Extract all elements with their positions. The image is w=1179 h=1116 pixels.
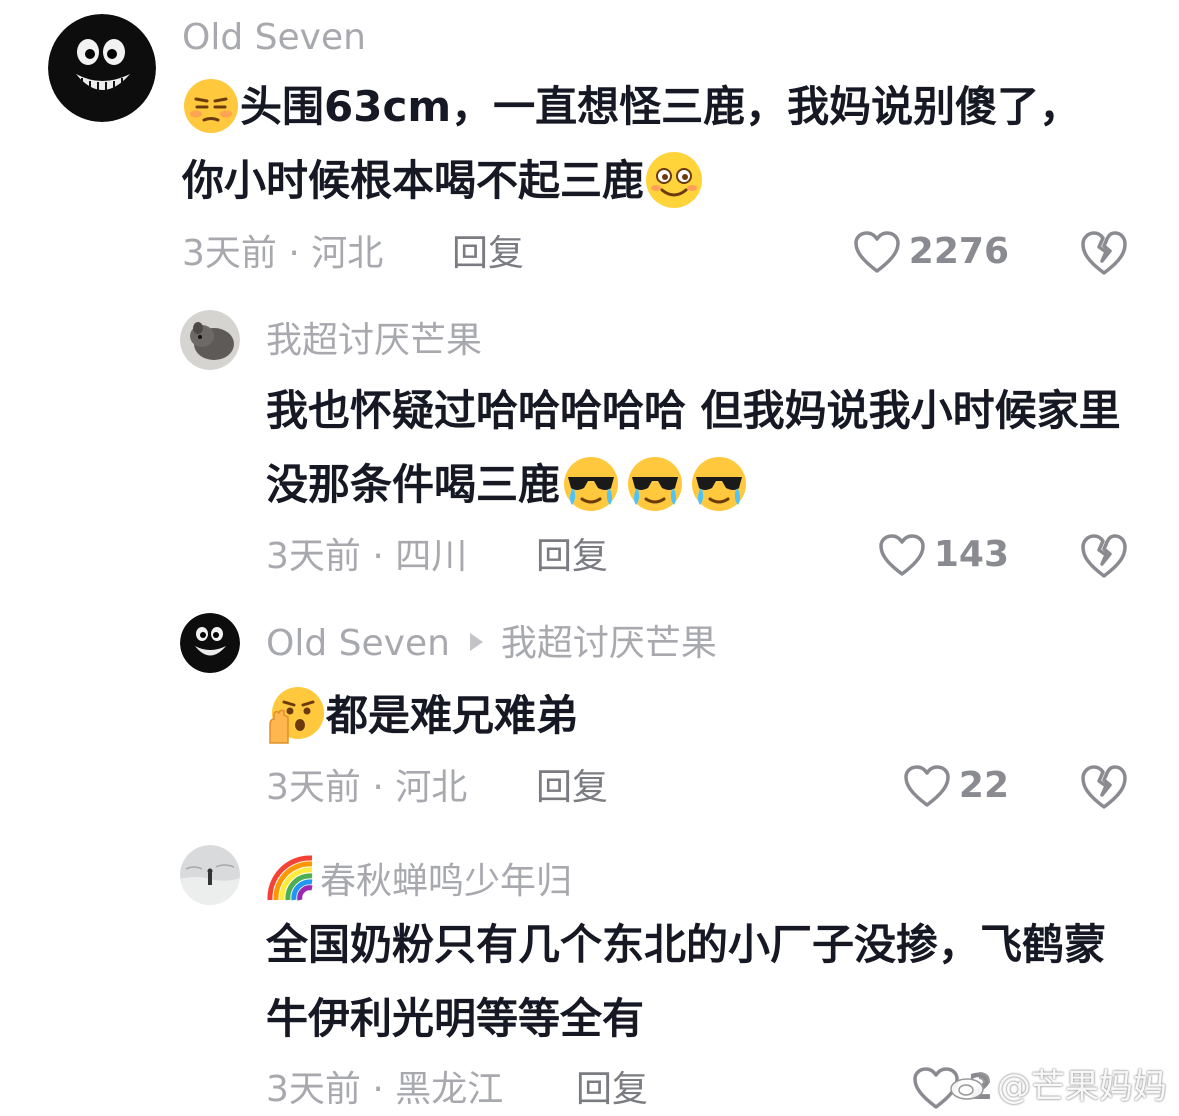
avatar-spring-autumn[interactable]: [180, 845, 240, 905]
like-button[interactable]: 22: [903, 764, 1009, 808]
reply-button[interactable]: 回复: [452, 236, 524, 272]
comment-text-body: 头围63cm，一直想怪三鹿，我妈说别傻了，你小时候根本喝不起三鹿: [182, 82, 1082, 205]
broken-heart-icon: [1081, 534, 1127, 578]
heart-icon: [879, 534, 925, 576]
sunglasses-crying-face-icon: [626, 455, 684, 513]
sunglasses-crying-face-icon: [690, 455, 748, 513]
reply-button[interactable]: 回复: [576, 1072, 648, 1108]
smile-face-icon: [644, 150, 704, 210]
watermark: @芒果妈妈: [949, 1059, 1167, 1108]
comment-username[interactable]: Old Seven: [182, 20, 366, 56]
comment-text: 我也怀疑过哈哈哈哈哈 但我妈说我小时候家里没那条件喝三鹿: [266, 374, 1146, 522]
comment-text: 头围63cm，一直想怪三鹿，我妈说别傻了，你小时候根本喝不起三鹿: [182, 70, 1082, 218]
broken-heart-icon: [1081, 231, 1127, 275]
dislike-button[interactable]: [1080, 533, 1128, 583]
comment-text: 都是难兄难弟: [266, 679, 1146, 753]
avatar-mango-hater[interactable]: [180, 310, 240, 370]
comment-text-body: 全国奶粉只有几个东北的小厂子没掺，飞鹤蒙牛伊利光明等等全有: [266, 920, 1107, 1043]
watermark-text: @芒果妈妈: [997, 1067, 1167, 1107]
reply-arrow-icon: [469, 633, 483, 651]
comment-text-body: 都是难兄难弟: [326, 691, 579, 740]
sunglasses-crying-face-icon: [562, 455, 620, 513]
broken-heart-icon: [1081, 765, 1127, 809]
comment-meta: 3天前 · 黑龙江: [266, 1069, 504, 1110]
comment-username[interactable]: 我超讨厌芒果: [266, 323, 482, 359]
comment-username[interactable]: Old Seven: [266, 623, 450, 664]
like-button[interactable]: 143: [878, 533, 1009, 577]
comment-meta: 3天前 · 河北: [182, 233, 384, 274]
dislike-button[interactable]: [1080, 764, 1128, 814]
shocked-hand-face-icon: [266, 685, 326, 745]
weibo-icon: [950, 1071, 990, 1100]
avatar-old-seven[interactable]: [48, 14, 156, 122]
heart-icon: [854, 231, 900, 273]
reply-button[interactable]: 回复: [536, 539, 608, 575]
heart-icon: [904, 765, 950, 807]
comment-username[interactable]: 春秋蝉鸣少年归: [320, 861, 572, 902]
comment-username-line: 春秋蝉鸣少年归: [266, 855, 572, 908]
comment-text: 全国奶粉只有几个东北的小厂子没掺，飞鹤蒙牛伊利光明等等全有: [266, 908, 1146, 1056]
comment-meta: 3天前 · 河北: [266, 767, 468, 808]
avatar-old-seven[interactable]: [180, 613, 240, 673]
unamused-face-icon: [182, 77, 240, 135]
like-count: 22: [958, 765, 1009, 806]
reply-to-username[interactable]: 我超讨厌芒果: [501, 623, 717, 664]
comment-meta: 3天前 · 四川: [266, 536, 468, 577]
rainbow-icon: [266, 854, 316, 904]
comment-username-line: Old Seven 我超讨厌芒果: [266, 626, 717, 662]
like-count: 2276: [908, 231, 1009, 272]
dislike-button[interactable]: [1080, 230, 1128, 280]
like-count: 143: [933, 534, 1009, 575]
like-button[interactable]: 2276: [853, 230, 1009, 274]
reply-button[interactable]: 回复: [536, 770, 608, 806]
